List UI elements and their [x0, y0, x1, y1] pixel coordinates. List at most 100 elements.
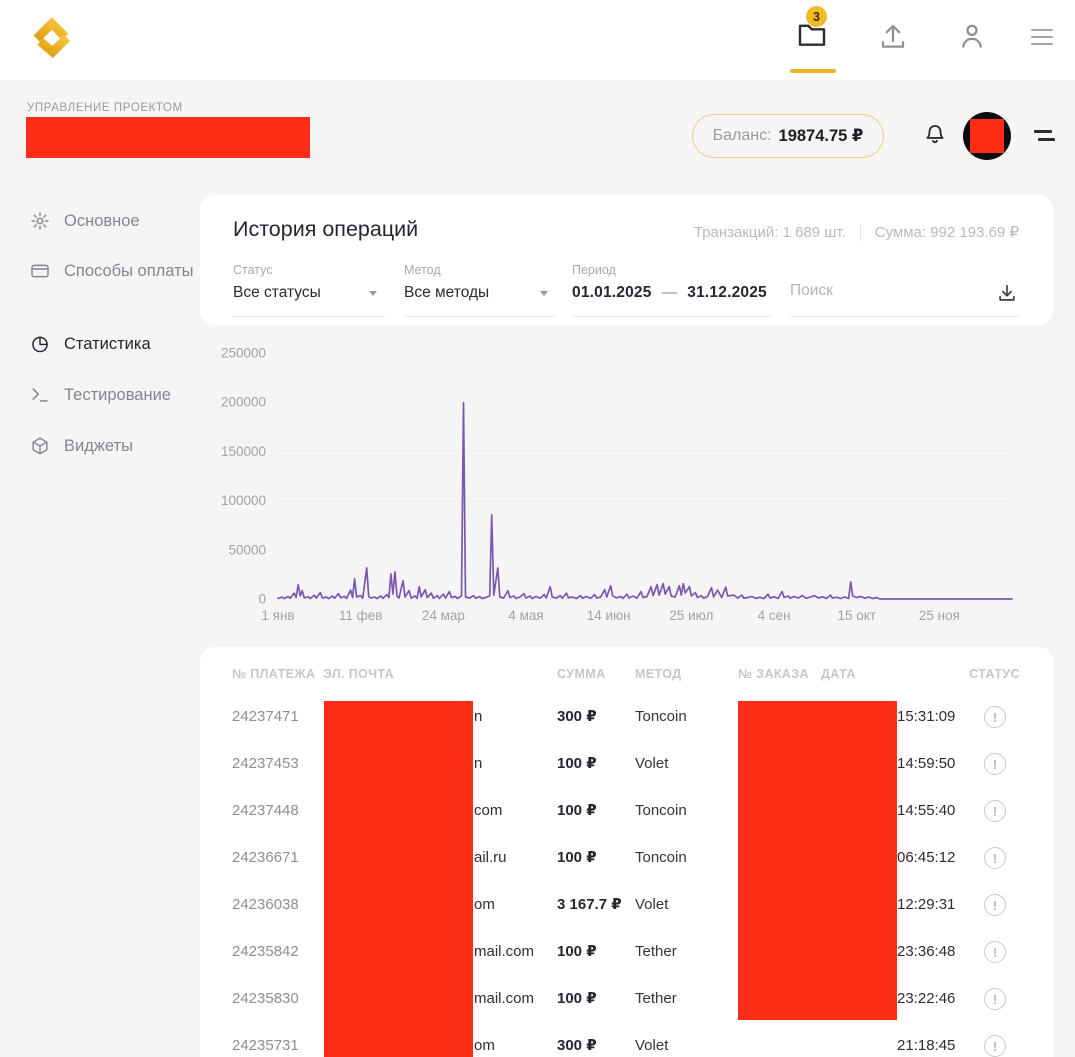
download-button[interactable] [996, 282, 1018, 304]
svg-text:25 июл: 25 июл [669, 608, 713, 623]
history-panel: История операций Транзакций: 1 689 шт. С… [200, 195, 1053, 325]
history-stats: Транзакций: 1 689 шт. Сумма: 992 193.69 … [694, 223, 1019, 241]
cube-icon [30, 436, 50, 456]
transactions-count: Транзакций: 1 689 шт. [694, 224, 846, 241]
payment-method: Volet [635, 1030, 668, 1057]
period-filter-label: Период [572, 263, 772, 277]
exclamation-circle-icon[interactable]: ! [984, 753, 1006, 775]
exclamation-circle-icon[interactable]: ! [984, 847, 1006, 869]
chevron-down-icon [369, 291, 377, 296]
sidebar-item-3[interactable]: Тестирование [30, 384, 195, 406]
sidebar-item-2[interactable]: Статистика [30, 333, 195, 355]
payment-method: Tether [635, 936, 677, 968]
payment-number: 24237448 [232, 795, 299, 827]
amount: 100 ₽ [557, 795, 597, 827]
avatar[interactable] [963, 112, 1011, 160]
payment-time: 06:45:12 [897, 842, 955, 874]
svg-text:50000: 50000 [228, 542, 266, 557]
method-filter[interactable]: Метод Все методы [404, 263, 556, 317]
balance-pill[interactable]: Баланс: 19874.75 ₽ [692, 114, 884, 158]
sidebar-item-1[interactable]: Способы оплаты [30, 260, 195, 282]
payment-method: Tether [635, 983, 677, 1015]
payment-number: 24237453 [232, 748, 299, 780]
svg-text:250000: 250000 [221, 346, 266, 361]
sidebar-item-0[interactable]: Основное [30, 210, 195, 232]
sidebar-item-label: Статистика [64, 333, 151, 355]
period-date-to[interactable]: 31.12.2025 [687, 284, 767, 302]
search-input[interactable] [790, 282, 960, 300]
email-suffix: mail.com [474, 983, 534, 1015]
amount: 100 ₽ [557, 936, 597, 968]
payment-method: Volet [635, 889, 668, 921]
payment-time: 23:36:48 [897, 936, 955, 968]
notifications-bell-button[interactable] [922, 121, 948, 149]
svg-text:14 июн: 14 июн [587, 608, 631, 623]
payment-number: 24236038 [232, 889, 299, 921]
sidebar-item-4[interactable]: Виджеты [30, 435, 195, 457]
top-header: 3 [0, 0, 1075, 80]
profile-button[interactable] [957, 20, 991, 54]
col-header-method: МЕТОД [635, 667, 682, 681]
method-filter-label: Метод [404, 263, 556, 277]
burger-menu-button[interactable] [1031, 29, 1055, 45]
balance-value: 19874.75 ₽ [779, 126, 864, 146]
amount: 300 ₽ [557, 701, 597, 733]
active-tab-underline [790, 69, 836, 73]
col-header-order: № ЗАКАЗА [738, 667, 809, 681]
payment-method: Toncoin [635, 701, 687, 733]
project-section-label: УПРАВЛЕНИЕ ПРОЕКТОМ [27, 102, 183, 114]
amount: 100 ₽ [557, 983, 597, 1015]
svg-text:0: 0 [258, 592, 266, 607]
stats-divider [860, 224, 861, 241]
field-underline [790, 316, 1020, 317]
sidebar-item-label: Тестирование [64, 384, 171, 406]
svg-text:4 мая: 4 мая [508, 608, 543, 623]
amount: 300 ₽ [557, 1030, 597, 1057]
method-filter-value: Все методы [404, 284, 556, 302]
search-field-group [790, 263, 1020, 317]
payment-method: Volet [635, 748, 668, 780]
redaction-block-avatar [970, 119, 1004, 153]
period-filter[interactable]: Период 01.01.2025 — 31.12.2025 [572, 263, 772, 317]
email-suffix: om [474, 1030, 495, 1057]
upload-icon [878, 20, 908, 52]
payment-method: Toncoin [635, 795, 687, 827]
terminal-icon [30, 385, 50, 405]
payment-time: 14:55:40 [897, 795, 955, 827]
payment-number: 24236671 [232, 842, 299, 874]
status-filter-value: Все статусы [233, 284, 385, 302]
exclamation-circle-icon[interactable]: ! [984, 941, 1006, 963]
status-filter[interactable]: Статус Все статусы [233, 263, 385, 317]
app-logo-icon[interactable] [26, 12, 74, 60]
pie-chart-icon [30, 334, 50, 354]
amount: 100 ₽ [557, 842, 597, 874]
exclamation-circle-icon[interactable]: ! [984, 988, 1006, 1010]
exclamation-circle-icon[interactable]: ! [984, 706, 1006, 728]
period-dash: — [662, 284, 678, 302]
redaction-block-email [324, 701, 473, 1057]
page-title: История операций [233, 217, 418, 242]
col-header-payment: № ПЛАТЕЖА [232, 667, 315, 681]
exclamation-circle-icon[interactable]: ! [984, 1035, 1006, 1057]
period-date-from[interactable]: 01.01.2025 [572, 284, 652, 302]
redaction-block-order [738, 701, 897, 1020]
payment-method: Toncoin [635, 842, 687, 874]
amount: 3 167.7 ₽ [557, 889, 622, 921]
payment-time: 15:31:09 [897, 701, 955, 733]
download-icon [996, 282, 1018, 304]
field-underline [572, 316, 772, 317]
svg-text:1 янв: 1 янв [261, 608, 294, 623]
burger-icon [1031, 29, 1053, 31]
amount: 100 ₽ [557, 748, 597, 780]
project-switcher-icon[interactable] [1034, 130, 1058, 141]
svg-text:150000: 150000 [221, 444, 266, 459]
person-icon [957, 20, 987, 52]
col-header-date: ДАТА [821, 667, 856, 681]
exclamation-circle-icon[interactable]: ! [984, 894, 1006, 916]
chevron-down-icon [540, 291, 548, 296]
upload-button[interactable] [878, 20, 912, 54]
payment-time: 21:18:45 [897, 1030, 955, 1057]
exclamation-circle-icon[interactable]: ! [984, 800, 1006, 822]
payment-time: 14:59:50 [897, 748, 955, 780]
email-suffix: n [474, 748, 482, 780]
